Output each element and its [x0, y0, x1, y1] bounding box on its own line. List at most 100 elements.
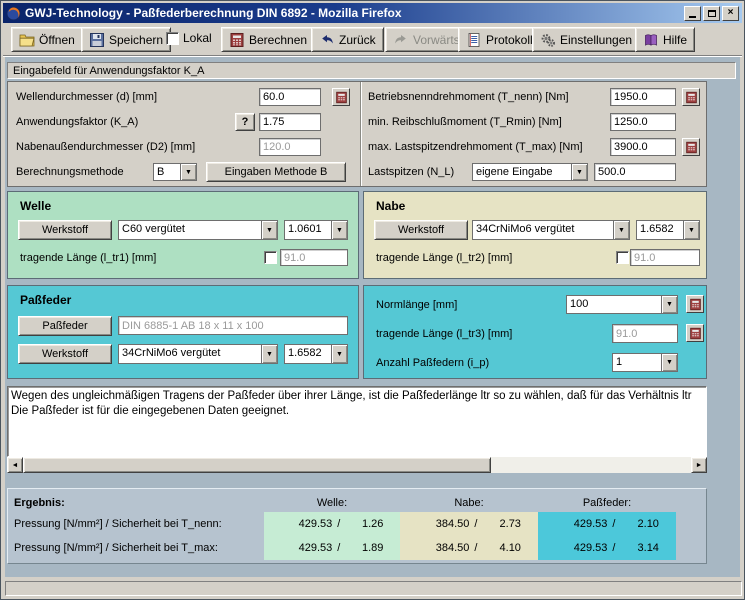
passfeder-count-label: Anzahl Paßfedern (i_p) [376, 357, 489, 369]
chevron-down-icon: ▼ [261, 345, 277, 363]
shaft-diameter-input[interactable] [259, 88, 321, 106]
chevron-down-icon: ▼ [661, 354, 677, 371]
calculator-icon [689, 298, 702, 311]
help-button[interactable]: Hilfe [635, 27, 695, 52]
max-peak-torque-input[interactable] [610, 138, 676, 156]
welle-panel: Welle Werkstoff C60 vergütet ▼ 1.0601 ▼ … [7, 191, 359, 279]
hub-outer-diameter-label: Nabenaußendurchmesser (D2) [mm] [16, 141, 195, 153]
nabe-material-select[interactable]: 34CrNiMo6 vergütet ▼ [472, 220, 630, 240]
max-peak-torque-calc-button[interactable] [682, 138, 700, 156]
main-content: Eingabefeld für Anwendungsfaktor K_A Wel… [5, 57, 740, 577]
passfeder-length-calc-button[interactable] [686, 324, 704, 342]
status-bar [3, 579, 744, 598]
redo-arrow-icon [393, 32, 409, 48]
passfeder-material-no-select[interactable]: 1.6582 ▼ [284, 344, 348, 364]
nabe-werkstoff-button[interactable]: Werkstoff [374, 220, 468, 240]
norm-length-select[interactable]: 100 ▼ [566, 295, 678, 314]
result-cell-nabe-tnenn: 384.50/2.73 [400, 512, 538, 536]
nabe-title: Nabe [376, 199, 405, 213]
nominal-torque-input[interactable] [610, 88, 676, 106]
nominal-torque-label: Betriebsnenndrehmoment (T_nenn) [Nm] [368, 91, 569, 103]
nominal-torque-calc-button[interactable] [682, 88, 700, 106]
document-icon [466, 32, 482, 48]
calc-method-value: B [154, 164, 180, 180]
nabe-length-checkbox[interactable] [616, 251, 629, 264]
calc-method-select[interactable]: B ▼ [153, 163, 197, 181]
shaft-diameter-calc-button[interactable] [332, 88, 350, 106]
application-factor-input[interactable] [259, 113, 321, 131]
norm-length-value: 100 [567, 296, 661, 313]
load-peaks-select-value: eigene Eingabe [473, 164, 571, 180]
minimize-button[interactable] [684, 6, 701, 21]
passfeder-material-no-value: 1.6582 [285, 345, 331, 363]
welle-material-no-select[interactable]: 1.0601 ▼ [284, 220, 348, 240]
close-icon: × [728, 8, 734, 18]
help-book-icon [643, 32, 659, 48]
result-col-nabe: Nabe: [400, 493, 538, 512]
hub-outer-diameter-input [259, 138, 321, 156]
chevron-down-icon: ▼ [331, 345, 347, 363]
welle-length-input [280, 249, 348, 266]
passfeder-panel-right: Normlänge [mm] 100 ▼ tragende Länge (l_t… [363, 285, 707, 379]
calculate-button[interactable]: Berechnen [221, 27, 315, 52]
passfeder-title: Paßfeder [20, 293, 71, 307]
result-cell-passfeder-tnenn: 429.53/2.10 [538, 512, 676, 536]
welle-werkstoff-button[interactable]: Werkstoff [18, 220, 112, 240]
max-peak-torque-label: max. Lastspitzendrehmoment (T_max) [Nm] [368, 141, 583, 153]
passfeder-din-input [118, 316, 348, 335]
passfeder-werkstoff-button[interactable]: Werkstoff [18, 344, 112, 364]
settings-button[interactable]: Einstellungen [532, 27, 640, 52]
close-button[interactable]: × [722, 6, 739, 21]
open-button[interactable]: Öffnen [11, 27, 83, 52]
protocol-button[interactable]: Protokoll [458, 27, 541, 52]
result-row-label: Pressung [N/mm²] / Sicherheit bei T_nenn… [14, 512, 264, 536]
result-panel: Ergebnis: Welle: Nabe: Paßfeder: Pressun… [7, 488, 707, 564]
horizontal-scrollbar[interactable]: ◄ ► [7, 457, 707, 473]
local-checkbox-label: Lokal [183, 31, 212, 45]
application-factor-help-button[interactable]: ? [235, 113, 255, 131]
min-friction-torque-label: min. Reibschlußmoment (T_Rmin) [Nm] [368, 116, 562, 128]
welle-length-label: tragende Länge (l_tr1) [mm] [20, 252, 156, 264]
method-b-inputs-button[interactable]: Eingaben Methode B [206, 162, 346, 182]
application-window: GWJ-Technology - Paßfederberechnung DIN … [0, 0, 745, 600]
save-button[interactable]: Speichern [81, 27, 171, 52]
nabe-length-input [630, 249, 700, 266]
back-button[interactable]: Zurück [311, 27, 384, 52]
result-row-label: Pressung [N/mm²] / Sicherheit bei T_max: [14, 536, 264, 560]
forward-button[interactable]: Vorwärts [385, 27, 468, 52]
welle-material-value: C60 vergütet [119, 221, 261, 239]
maximize-icon [708, 10, 716, 17]
message-textarea[interactable]: Wegen des ungleichmäßigen Tragens der Pa… [7, 386, 707, 457]
passfeder-material-select[interactable]: 34CrNiMo6 vergütet ▼ [118, 344, 278, 364]
chevron-down-icon: ▼ [683, 221, 699, 239]
passfeder-count-select[interactable]: 1 ▼ [612, 353, 678, 372]
chevron-down-icon: ▼ [661, 296, 677, 313]
minimize-icon [689, 16, 696, 18]
calculate-button-label: Berechnen [249, 33, 307, 47]
passfeder-length-label: tragende Länge (l_tr3) [mm] [376, 328, 512, 340]
folder-open-icon [19, 32, 35, 48]
load-peaks-input[interactable] [594, 163, 676, 181]
input-form-panel: Wellendurchmesser (d) [mm] Anwendungsfak… [7, 81, 707, 187]
open-button-label: Öffnen [39, 33, 75, 47]
result-table: Ergebnis: Welle: Nabe: Paßfeder: Pressun… [14, 493, 676, 560]
load-peaks-select[interactable]: eigene Eingabe ▼ [472, 163, 588, 181]
local-checkbox[interactable] [166, 32, 179, 45]
scrollbar-thumb[interactable] [23, 457, 491, 473]
title-bar: GWJ-Technology - Paßfederberechnung DIN … [3, 3, 742, 23]
maximize-button[interactable] [703, 6, 720, 21]
local-checkbox-group: Lokal [166, 31, 212, 45]
norm-length-calc-button[interactable] [686, 295, 704, 313]
scroll-right-arrow[interactable]: ► [691, 457, 707, 473]
message-line-2: Die Paßfeder ist für die eingegebenen Da… [11, 404, 706, 419]
welle-material-select[interactable]: C60 vergütet ▼ [118, 220, 278, 240]
min-friction-torque-input[interactable] [610, 113, 676, 131]
welle-length-checkbox[interactable] [264, 251, 277, 264]
passfeder-select-button[interactable]: Paßfeder [18, 316, 112, 336]
nabe-material-value: 34CrNiMo6 vergütet [473, 221, 613, 239]
scroll-left-arrow[interactable]: ◄ [7, 457, 23, 473]
result-cell-passfeder-tmax: 429.53/3.14 [538, 536, 676, 560]
undo-arrow-icon [319, 32, 335, 48]
chevron-down-icon: ▼ [613, 221, 629, 239]
nabe-material-no-select[interactable]: 1.6582 ▼ [636, 220, 700, 240]
